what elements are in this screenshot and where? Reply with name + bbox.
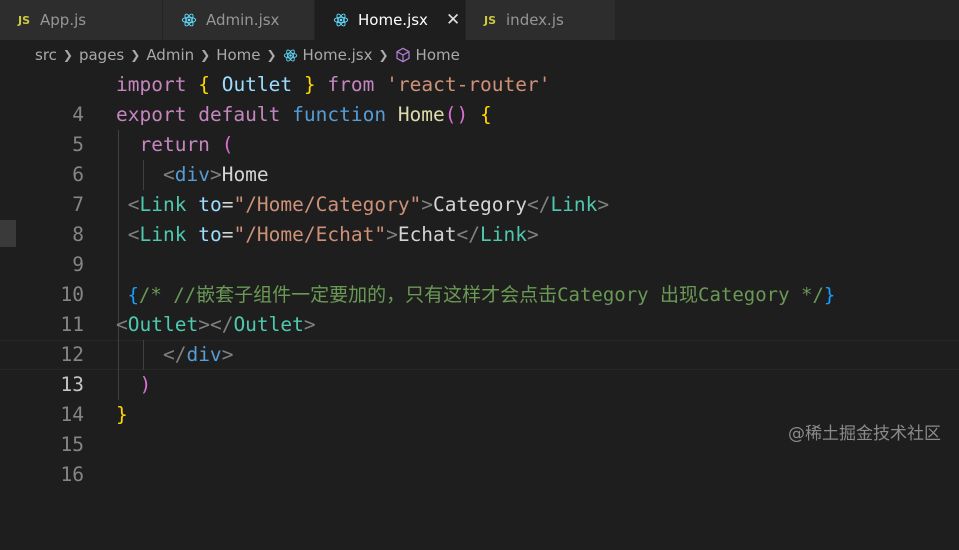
chevron-right-icon: ❯: [378, 48, 389, 62]
code-token: ): [139, 373, 152, 396]
code-line: 13 </div>: [0, 340, 959, 396]
code-token: <: [116, 313, 128, 336]
javascript-icon: JS: [18, 13, 31, 27]
code-token: Outlet: [127, 313, 199, 336]
react-icon: [283, 48, 298, 63]
code-line: 14 ): [0, 370, 959, 426]
code-token: Link: [480, 223, 527, 246]
code-token: {: [198, 73, 210, 96]
code-token: import: [116, 73, 187, 96]
watermark: @稀土掘金技术社区: [788, 424, 941, 444]
code-token: {: [127, 284, 139, 306]
react-icon: [181, 12, 197, 28]
code-line: 6 return (: [0, 130, 959, 186]
tab-home-jsx[interactable]: Home.jsx ✕: [315, 0, 466, 40]
code-token: >: [421, 193, 434, 216]
breadcrumb-item[interactable]: src: [35, 46, 57, 64]
chevron-right-icon: ❯: [130, 48, 141, 62]
code-token: export: [116, 103, 187, 126]
close-icon[interactable]: ✕: [446, 10, 460, 30]
tab-label: Admin.jsx: [206, 11, 280, 29]
breadcrumb-item[interactable]: Home: [216, 46, 260, 64]
code-token: }: [116, 403, 128, 426]
breadcrumb-item[interactable]: Home.jsx: [303, 46, 373, 64]
code-token: Category: [433, 193, 527, 216]
breadcrumb-item[interactable]: Admin: [146, 46, 194, 64]
code-token: {: [480, 103, 492, 126]
code-line: 9 <Link to="/Home/Echat">Echat</Link>: [0, 220, 959, 276]
code-comment: /* //嵌套子组件一定要加的，只有这样才会点击Category 出现Categ…: [138, 284, 824, 306]
code-token: Outlet: [221, 73, 293, 96]
code-token: >: [597, 193, 610, 216]
code-token: <: [162, 163, 175, 186]
code-token: </: [456, 223, 481, 246]
breadcrumb-item[interactable]: pages: [79, 46, 124, 64]
code-token: =: [221, 223, 234, 246]
code-token: >: [221, 343, 234, 366]
chevron-right-icon: ❯: [266, 48, 277, 62]
react-icon: [333, 12, 349, 28]
code-token: Home: [397, 103, 445, 126]
code-token: div: [174, 163, 210, 186]
code-editor[interactable]: 4 import { Outlet } from 'react-router' …: [0, 70, 959, 486]
code-token: "/Home/Category": [233, 193, 422, 216]
editor-tab-bar: JS App.js Admin.jsx Home.jsx ✕ JS index.…: [0, 0, 959, 40]
code-token: <: [127, 223, 140, 246]
tab-index-js[interactable]: JS index.js: [466, 0, 616, 40]
code-token: (): [444, 103, 469, 126]
code-token: }: [823, 284, 836, 306]
code-token: >: [209, 163, 222, 186]
code-token: </: [209, 313, 234, 336]
javascript-icon: JS: [484, 13, 497, 27]
chevron-right-icon: ❯: [62, 48, 73, 62]
tab-label: App.js: [40, 11, 87, 29]
code-token: >: [303, 313, 316, 336]
tab-label: Home.jsx: [358, 11, 428, 29]
code-token: 'react-router': [386, 73, 551, 96]
line-number: 16: [60, 463, 84, 486]
tab-admin-jsx[interactable]: Admin.jsx: [163, 0, 315, 40]
code-token: Link: [139, 193, 187, 216]
code-token: return: [139, 133, 210, 156]
tab-app-js[interactable]: JS App.js: [0, 0, 163, 40]
code-token: </: [526, 193, 551, 216]
code-token: function: [292, 103, 387, 126]
code-line: 10: [0, 250, 959, 306]
code-token: Link: [139, 223, 187, 246]
code-token: >: [198, 313, 210, 336]
breadcrumb-item[interactable]: Home: [416, 46, 460, 64]
chevron-right-icon: ❯: [200, 48, 211, 62]
code-token: =: [221, 193, 234, 216]
code-line: 4 import { Outlet } from 'react-router': [0, 70, 959, 126]
code-token: Outlet: [233, 313, 304, 336]
breadcrumb: src ❯ pages ❯ Admin ❯ Home ❯ Home.jsx ❯ …: [0, 40, 959, 70]
code-token: Echat: [397, 223, 457, 246]
code-line: 5 export default function Home() {: [0, 100, 959, 156]
code-token: <: [127, 193, 140, 216]
code-token: "/Home/Echat": [233, 223, 387, 246]
code-token: to: [198, 193, 222, 216]
code-token: >: [526, 223, 539, 246]
code-token: >: [386, 223, 398, 246]
cube-symbol-icon: [395, 47, 411, 63]
code-line: 8 <Link to="/Home/Category">Category</Li…: [0, 190, 959, 246]
code-token: (: [221, 133, 234, 156]
code-token: Home: [221, 163, 269, 186]
code-line: 7 <div>Home: [0, 160, 959, 216]
code-token: }: [303, 73, 316, 96]
code-line: 11 {/* //嵌套子组件一定要加的，只有这样才会点击Category 出现C…: [0, 280, 959, 336]
code-token: to: [198, 223, 222, 246]
tab-label: index.js: [506, 11, 564, 29]
code-token: Link: [550, 193, 598, 216]
code-token: default: [198, 103, 281, 126]
code-line: 12 <Outlet></Outlet>: [0, 310, 959, 366]
code-token: from: [327, 73, 375, 96]
code-token: </: [162, 343, 187, 366]
code-token: div: [186, 343, 222, 366]
